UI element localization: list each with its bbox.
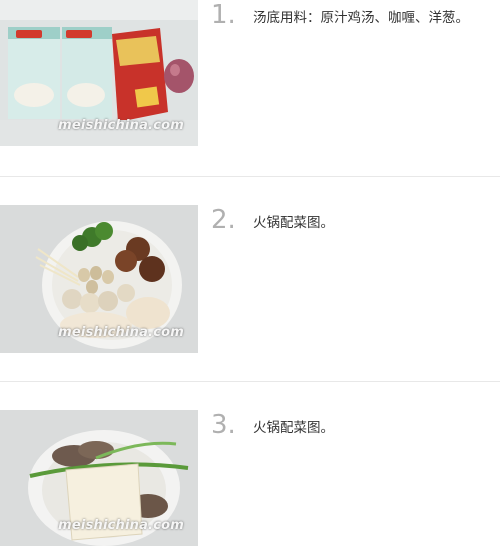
step-1-photo: meishichina.com	[0, 0, 198, 146]
step-description: 汤底用料：原汁鸡汤、咖喱、洋葱。	[253, 10, 469, 26]
watermark: meishichina.com	[58, 518, 184, 533]
watermark: meishichina.com	[58, 118, 184, 133]
step-3-photo: meishichina.com	[0, 410, 198, 546]
step-2-photo: meishichina.com	[0, 205, 198, 353]
step-description: 火锅配菜图。	[253, 215, 334, 231]
step-description: 火锅配菜图。	[253, 420, 334, 436]
step-number: 3.	[211, 410, 236, 440]
divider	[0, 176, 500, 177]
watermark: meishichina.com	[58, 325, 184, 340]
step-number: 2.	[211, 205, 236, 235]
divider	[0, 381, 500, 382]
step-number: 1.	[211, 0, 236, 30]
